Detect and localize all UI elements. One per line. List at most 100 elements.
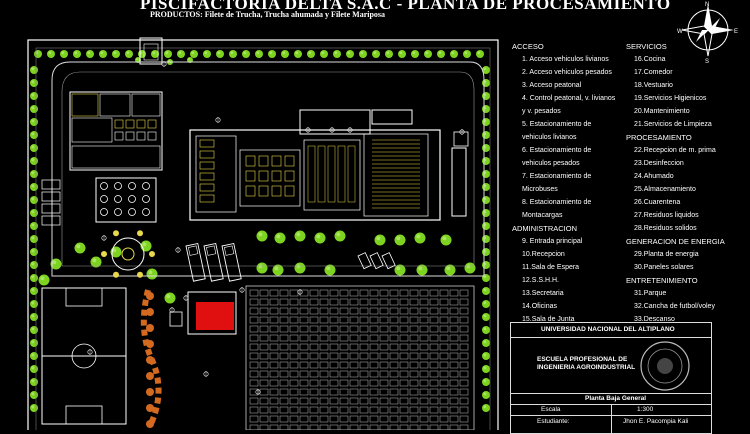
solar-panel xyxy=(449,298,459,306)
solar-panel xyxy=(259,325,269,333)
solar-panel xyxy=(409,397,419,405)
fixture xyxy=(284,170,295,182)
solar-panel xyxy=(449,316,459,324)
solar-panel xyxy=(329,406,339,414)
solar-panel xyxy=(429,397,439,405)
solar-panel xyxy=(399,325,409,333)
solar-panel xyxy=(399,334,409,342)
solar-panel xyxy=(429,325,439,333)
solar-panel xyxy=(339,352,349,360)
solar-panel xyxy=(309,361,319,369)
solar-panel xyxy=(249,370,259,378)
tree-icon xyxy=(482,79,490,87)
solar-panel xyxy=(279,307,289,315)
solar-panel xyxy=(249,415,259,423)
fixture xyxy=(337,145,346,203)
solar-panel xyxy=(339,397,349,405)
tree-icon xyxy=(482,365,490,373)
legend-item: Microbuses xyxy=(522,186,558,193)
solar-panel xyxy=(389,325,399,333)
solar-panel xyxy=(309,388,319,396)
solar-panel xyxy=(359,298,369,306)
solar-panel xyxy=(409,316,419,324)
student-label: Estudiante: xyxy=(537,418,570,425)
solar-panel xyxy=(379,415,389,423)
solar-panel xyxy=(429,415,439,423)
stepping-stone xyxy=(146,388,154,396)
solar-panel xyxy=(249,379,259,387)
solar-panel xyxy=(409,352,419,360)
booth xyxy=(41,203,61,214)
solar-panel xyxy=(369,424,379,430)
student-value: Jhon E. Pacompia Kali xyxy=(623,418,689,425)
solar-panel xyxy=(269,334,279,342)
tree-icon xyxy=(482,118,490,126)
solar-panel xyxy=(339,298,349,306)
tree-icon xyxy=(30,118,38,126)
tree-icon xyxy=(30,352,38,360)
legend-item: 10.Recepcion xyxy=(522,251,565,258)
tree-icon xyxy=(30,157,38,165)
solar-panel xyxy=(399,343,409,351)
tree-icon xyxy=(482,170,490,178)
fixture xyxy=(307,145,316,203)
tree-icon xyxy=(394,234,406,246)
solar-panel xyxy=(339,415,349,423)
tree-icon xyxy=(164,292,176,304)
planter xyxy=(113,230,119,237)
solar-panel xyxy=(329,334,339,342)
tree-icon xyxy=(30,235,38,243)
planter xyxy=(101,251,107,257)
legend-administracion-list: 9. Entrada principal 10.Recepcion 11.Sala … xyxy=(512,235,615,326)
legend-item: 7. Estacionamiento de xyxy=(522,173,592,180)
solar-panel xyxy=(309,343,319,351)
solar-panel xyxy=(389,361,399,369)
tree-icon xyxy=(30,287,38,295)
legend-item: vehiculos pesados xyxy=(522,160,580,167)
solar-panel xyxy=(359,379,369,387)
solar-panel xyxy=(389,298,399,306)
tree-icon xyxy=(30,248,38,256)
solar-panel xyxy=(419,307,429,315)
solar-panel xyxy=(409,298,419,306)
solar-panel xyxy=(449,361,459,369)
solar-panel xyxy=(279,361,289,369)
solar-panel xyxy=(319,406,329,414)
tree-icon xyxy=(190,50,198,58)
solar-panel xyxy=(379,316,389,324)
solar-panel xyxy=(439,415,449,423)
solar-panel xyxy=(359,316,369,324)
solar-panel xyxy=(259,352,269,360)
solar-panel xyxy=(369,415,379,423)
legend-item: 19.Servicios Higienicos xyxy=(634,95,707,102)
solar-panel xyxy=(329,325,339,333)
solar-panel xyxy=(409,370,419,378)
solar-panel xyxy=(459,334,469,342)
scale-value: 1:300 xyxy=(637,406,654,413)
solar-panel xyxy=(349,424,359,430)
tree-icon xyxy=(374,234,386,246)
tree-icon xyxy=(242,50,250,58)
legend-item: 28.Residuos solidos xyxy=(634,225,697,232)
legend-heading-entretenimiento: ENTRETENIMIENTO xyxy=(626,276,698,285)
solar-panel xyxy=(369,397,379,405)
tree-icon xyxy=(73,50,81,58)
solar-panel xyxy=(249,397,259,405)
solar-panel xyxy=(359,325,369,333)
solar-panel xyxy=(249,325,259,333)
solar-panel xyxy=(429,316,439,324)
stepping-stone xyxy=(146,372,154,380)
solar-panel xyxy=(299,325,309,333)
solar-panel xyxy=(299,370,309,378)
solar-panel xyxy=(359,370,369,378)
room xyxy=(239,149,301,207)
solar-panel xyxy=(299,406,309,414)
legend-item: 14.Oficinas xyxy=(522,303,558,310)
fixture xyxy=(125,119,135,129)
solar-panel xyxy=(249,298,259,306)
tree-icon xyxy=(482,209,490,217)
solar-panel xyxy=(379,406,389,414)
solar-panel xyxy=(439,361,449,369)
solar-panel xyxy=(409,415,419,423)
solar-panel xyxy=(369,388,379,396)
